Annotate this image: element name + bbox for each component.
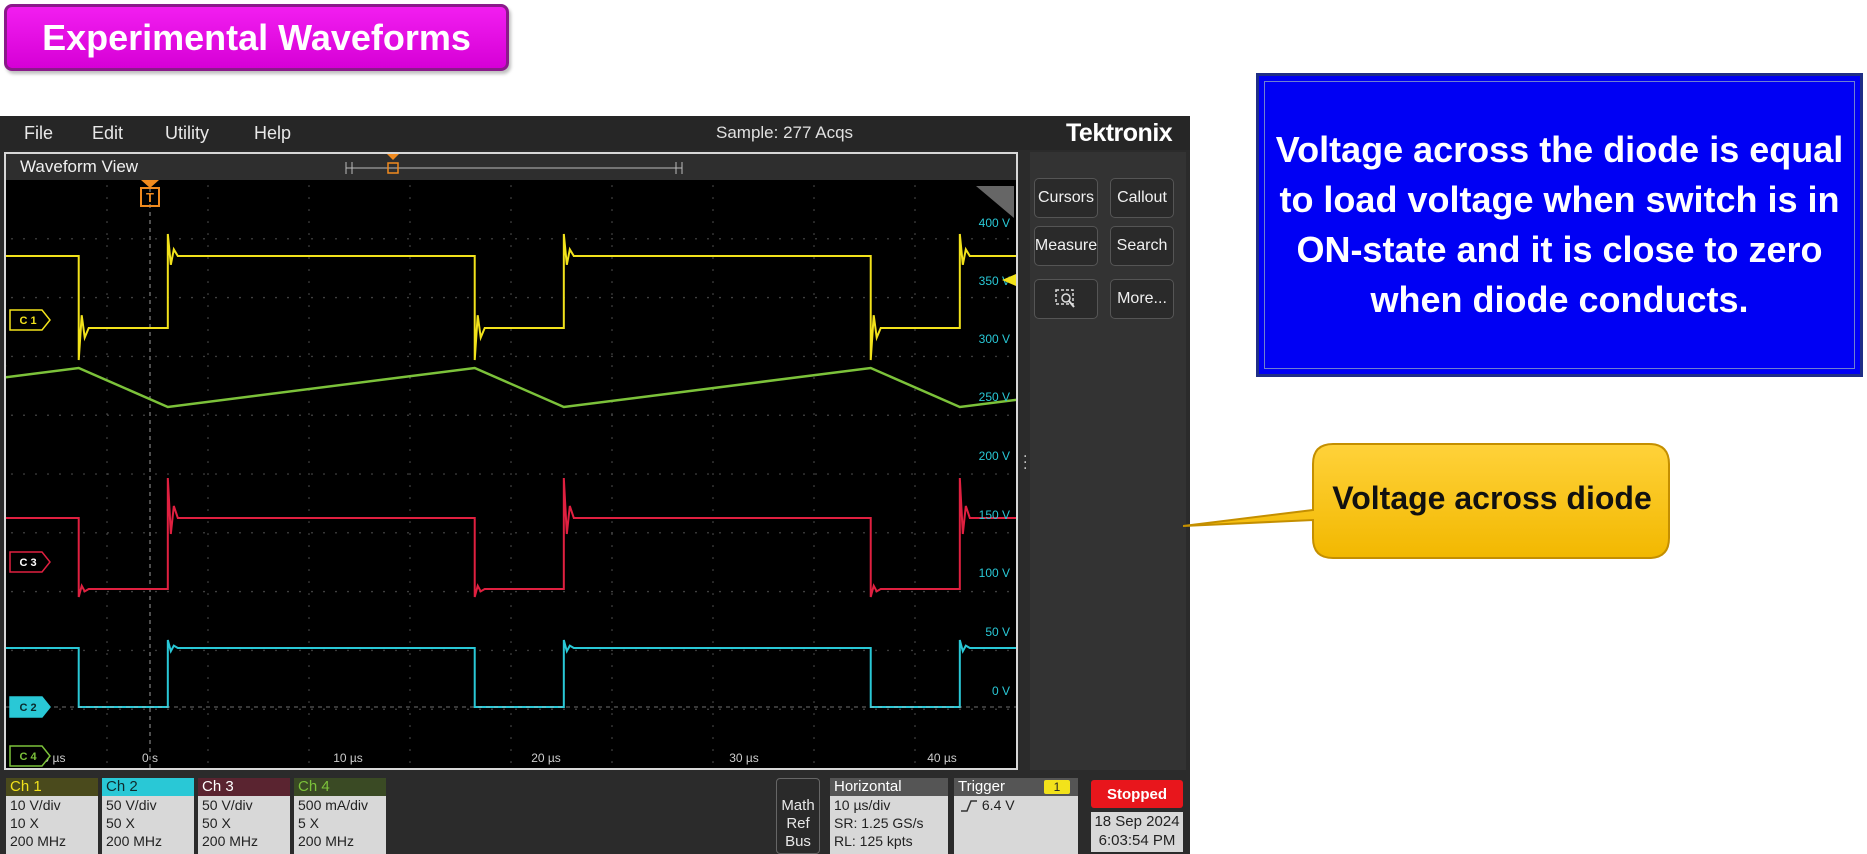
trigger-source-badge: 1 <box>1044 780 1070 794</box>
more-button[interactable]: More... <box>1110 279 1174 319</box>
waveform-plot[interactable]: 0 µs0 s10 µs20 µs30 µs40 µs50 µs60 µs70 … <box>6 180 1016 768</box>
time-label: 20 µs <box>531 751 561 765</box>
ch1-bandwidth: 200 MHz <box>10 833 67 849</box>
volt-label: 300 V <box>979 332 1010 346</box>
ch3-trace <box>6 477 1016 598</box>
volt-label: 400 V <box>979 216 1010 230</box>
ch3-badge[interactable]: Ch 3 50 V/div 50 X 200 MHz <box>198 778 290 854</box>
search-button[interactable]: Search <box>1110 226 1174 266</box>
trigger-header: Trigger 1 <box>954 778 1078 796</box>
trigger-badge[interactable]: Trigger 1 6.4 V <box>954 778 1078 854</box>
ch2-label: Ch 2 <box>102 778 194 796</box>
trigger-marker-label: T <box>146 190 154 205</box>
side-panel: Cursors Callout Measure Search More... <box>1030 152 1186 770</box>
volt-label: 50 V <box>985 625 1010 639</box>
channel-marker-label: C 1 <box>19 315 36 327</box>
zoom-corner-icon <box>976 186 1014 218</box>
horizontal-title: Horizontal <box>830 778 948 796</box>
settings-bar: Ch 1 10 V/div 10 X 200 MHz Ch 2 50 V/div… <box>0 776 1190 854</box>
ch3-bandwidth: 200 MHz <box>202 833 259 849</box>
math-ref-bus-button[interactable]: Math Ref Bus <box>776 778 820 854</box>
channel-marker-label: C 3 <box>19 557 36 569</box>
ch2-scale: 50 V/div <box>106 797 157 813</box>
time-label: 40 µs <box>927 751 957 765</box>
volt-label: 150 V <box>979 508 1010 522</box>
measure-button[interactable]: Measure <box>1034 226 1098 266</box>
volt-label: 200 V <box>979 449 1010 463</box>
cursors-button[interactable]: Cursors <box>1034 178 1098 218</box>
volt-label: 250 V <box>979 390 1010 404</box>
horizontal-scale: 10 µs/div <box>834 797 891 813</box>
ch2-bandwidth: 200 MHz <box>106 833 163 849</box>
zoom-select-button[interactable] <box>1034 279 1098 319</box>
waveform-view-header: Waveform View <box>6 154 1016 180</box>
sample-rate: SR: 1.25 GS/s <box>834 815 924 831</box>
explanation-box: Voltage across the diode is equal to loa… <box>1256 73 1863 377</box>
callout-label: Voltage across diode <box>1332 479 1652 516</box>
ch3-scale: 50 V/div <box>202 797 253 813</box>
ch1-badge[interactable]: Ch 1 10 V/div 10 X 200 MHz <box>6 778 98 854</box>
ch2-badge[interactable]: Ch 2 50 V/div 50 X 200 MHz <box>102 778 194 854</box>
volt-label: 0 V <box>992 684 1010 698</box>
brand-logo: Tektronix <box>1066 119 1173 147</box>
graticule <box>11 185 1009 763</box>
waveform-view[interactable]: Waveform View 0 µs 0 s 10 µs 20 µs 30 µs 40 µ… <box>4 152 1018 770</box>
trigger-level-row: 6.4 V <box>954 796 1078 814</box>
oscilloscope-window: File Edit Utility Help Sample: 277 Acqs … <box>0 116 1190 854</box>
ref-label: Ref <box>786 815 810 832</box>
rising-edge-icon <box>961 800 977 813</box>
menu-bar: File Edit Utility Help Sample: 277 Acqs … <box>0 116 1190 150</box>
time-label: 0 s <box>142 751 158 765</box>
ch4-scale: 500 mA/div <box>298 797 369 813</box>
record-length: RL: 125 kpts <box>834 833 913 849</box>
ch4-probe: 5 X <box>298 815 320 831</box>
ch4-bandwidth: 200 MHz <box>298 833 355 849</box>
bus-label: Bus <box>785 833 811 850</box>
run-stop-status[interactable]: Stopped <box>1091 780 1183 808</box>
math-label: Math <box>781 797 815 814</box>
horizontal-badge[interactable]: Horizontal 10 µs/div SR: 1.25 GS/s RL: 1… <box>830 778 948 854</box>
zoom-select-icon <box>1055 289 1075 308</box>
ch4-badge[interactable]: Ch 4 500 mA/div 5 X 200 MHz <box>294 778 386 854</box>
ch1-probe: 10 X <box>10 815 39 831</box>
ch3-label: Ch 3 <box>198 778 290 796</box>
trigger-arrow <box>141 180 159 188</box>
acquisition-count: Sample: 277 Acqs <box>716 123 854 142</box>
ch1-scale: 10 V/div <box>10 797 61 813</box>
date-label: 18 Sep 2024 <box>1094 813 1180 830</box>
callout-button[interactable]: Callout <box>1110 178 1174 218</box>
ch4-label: Ch 4 <box>294 778 386 796</box>
volt-label: 100 V <box>979 566 1010 580</box>
menu-utility[interactable]: Utility <box>165 120 209 146</box>
ch4-trace <box>6 365 1016 409</box>
ch2-probe: 50 X <box>106 815 135 831</box>
trigger-title: Trigger <box>958 778 1005 795</box>
panel-resize-handle[interactable]: · · · <box>1023 450 1027 476</box>
trigger-level: 6.4 V <box>981 797 1015 813</box>
menu-help[interactable]: Help <box>254 120 291 146</box>
date-time: 18 Sep 2024 6:03:54 PM <box>1091 812 1183 852</box>
ch1-label: Ch 1 <box>6 778 98 796</box>
time-label: 6:03:54 PM <box>1098 832 1176 849</box>
channel-marker-label: C 4 <box>19 751 37 763</box>
time-label: 10 µs <box>333 751 363 765</box>
ch3-probe: 50 X <box>202 815 231 831</box>
channel-marker-label: C 2 <box>19 702 36 714</box>
menu-file[interactable]: File <box>24 120 53 146</box>
time-label: 30 µs <box>729 751 759 765</box>
menu-edit[interactable]: Edit <box>92 120 123 146</box>
slide-title: Experimental Waveforms <box>4 4 509 71</box>
record-overview-bar[interactable] <box>6 154 1016 180</box>
